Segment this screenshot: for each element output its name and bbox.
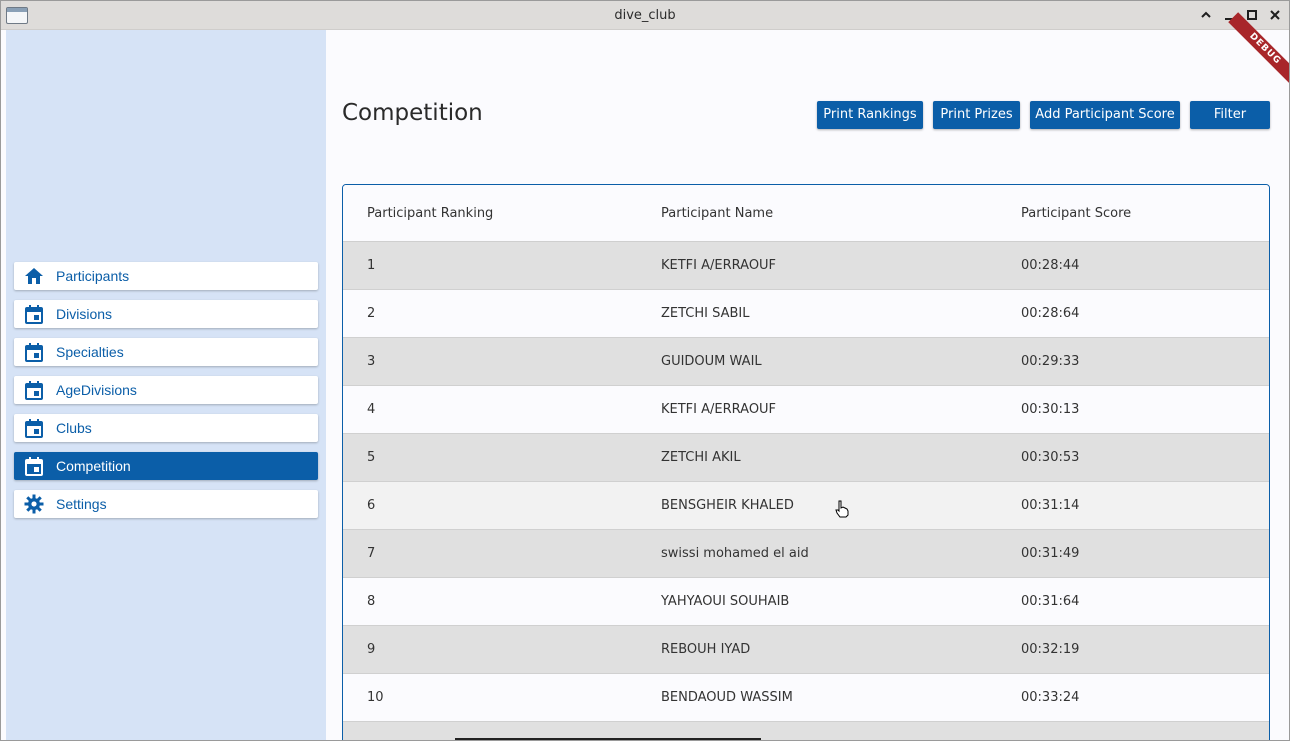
calendar-icon (25, 457, 43, 476)
ranking-cell: 7 (367, 546, 376, 561)
page-title: Competition (342, 100, 483, 126)
score-cell: 00:31:14 (1021, 498, 1080, 513)
score-cell: 00:29:33 (1021, 354, 1080, 369)
close-button[interactable] (1266, 6, 1284, 24)
name-cell: GUIDOUM WAIL (661, 354, 762, 369)
ranking-cell: 9 (367, 642, 376, 657)
sidebar-item-participants[interactable]: Participants (14, 262, 318, 290)
column-header-name[interactable]: Participant Name (661, 206, 773, 221)
sidebar-item-clubs[interactable]: Clubs (14, 414, 318, 442)
table-row[interactable]: 8 YAHYAOUI SOUHAIB 00:31:64 (343, 578, 1269, 626)
table-row[interactable]: 3 GUIDOUM WAIL 00:29:33 (343, 338, 1269, 386)
sidebar-item-settings[interactable]: Settings (14, 490, 318, 518)
name-cell: YAHYAOUI SOUHAIB (661, 594, 790, 609)
rankings-table: Participant Ranking Participant Name Par… (342, 184, 1270, 740)
gear-icon (24, 494, 44, 514)
sidebar-item-label: Specialties (56, 344, 124, 360)
ranking-cell: 10 (367, 690, 384, 705)
table-row[interactable]: 6 BENSGHEIR KHALED 00:31:14 (343, 482, 1269, 530)
calendar-icon (25, 305, 43, 324)
sidebar-item-agedivisions[interactable]: AgeDivisions (14, 376, 318, 404)
score-cell: 00:32:19 (1021, 642, 1080, 657)
name-cell: BENSGHEIR KHALED (661, 498, 794, 513)
sidebar-item-label: Settings (56, 496, 107, 512)
ranking-cell: 6 (367, 498, 376, 513)
ranking-cell: 3 (367, 354, 376, 369)
window-title: dive_club (614, 8, 676, 23)
name-cell: KETFI A/ERRAOUF (661, 258, 777, 273)
app-window: dive_club Participants Divisions Special… (0, 0, 1290, 741)
sidebar-item-specialties[interactable]: Specialties (14, 338, 318, 366)
name-cell: REBOUH IYAD (661, 642, 751, 657)
score-cell: 00:30:13 (1021, 402, 1080, 417)
sidebar-item-label: Divisions (56, 306, 113, 322)
column-header-score[interactable]: Participant Score (1021, 206, 1131, 221)
home-icon (25, 268, 43, 284)
print-rankings-button[interactable]: Print Rankings (817, 101, 923, 129)
table-row[interactable]: 2 ZETCHI SABIL 00:28:64 (343, 290, 1269, 338)
sidebar-item-label: AgeDivisions (56, 382, 137, 398)
score-cell: 00:31:64 (1021, 594, 1080, 609)
main-content: DEBUG Competition Print Rankings Print P… (326, 12, 1289, 740)
sidebar-item-divisions[interactable]: Divisions (14, 300, 318, 328)
table-row[interactable]: 4 KETFI A/ERRAOUF 00:30:13 (343, 386, 1269, 434)
calendar-icon (25, 419, 43, 438)
name-cell: KETFI A/ERRAOUF (661, 402, 777, 417)
score-cell: 00:33:24 (1021, 690, 1080, 705)
score-cell: 00:28:44 (1021, 258, 1080, 273)
table-row[interactable]: 9 REBOUH IYAD 00:32:19 (343, 626, 1269, 674)
ranking-cell: 2 (367, 306, 376, 321)
table-row[interactable]: 5 ZETCHI AKIL 00:30:53 (343, 434, 1269, 482)
add-participant-score-button[interactable]: Add Participant Score (1030, 101, 1180, 129)
name-cell: swissi mohamed el aid (661, 546, 809, 561)
sidebar-item-competition[interactable]: Competition (14, 452, 318, 480)
ranking-cell: 8 (367, 594, 376, 609)
name-cell: ZETCHI AKIL (661, 450, 741, 465)
sidebar-item-label: Clubs (56, 420, 92, 436)
print-prizes-button[interactable]: Print Prizes (933, 101, 1020, 129)
score-cell: 00:31:49 (1021, 546, 1080, 561)
table-row[interactable]: 7 swissi mohamed el aid 00:31:49 (343, 530, 1269, 578)
sidebar-item-label: Participants (56, 268, 130, 284)
sidebar: Participants Divisions Specialties AgeDi… (6, 30, 326, 740)
chevron-up-icon[interactable] (1197, 6, 1215, 24)
ranking-cell: 5 (367, 450, 376, 465)
table-row[interactable]: 1 KETFI A/ERRAOUF 00:28:44 (343, 242, 1269, 290)
score-cell: 00:30:53 (1021, 450, 1080, 465)
table-row[interactable]: 10 BENDAOUD WASSIM 00:33:24 (343, 674, 1269, 722)
calendar-icon (25, 343, 43, 362)
score-cell: 00:28:64 (1021, 306, 1080, 321)
hand-cursor-icon (835, 500, 849, 518)
name-cell: ZETCHI SABIL (661, 306, 750, 321)
sidebar-item-label: Competition (56, 458, 131, 474)
title-bar: dive_club (1, 1, 1289, 30)
calendar-icon (25, 381, 43, 400)
table-header: Participant Ranking Participant Name Par… (343, 185, 1269, 242)
name-cell: BENDAOUD WASSIM (661, 690, 793, 705)
column-header-ranking[interactable]: Participant Ranking (367, 206, 493, 221)
ranking-cell: 1 (367, 258, 376, 273)
ranking-cell: 4 (367, 402, 376, 417)
filter-button[interactable]: Filter (1190, 101, 1270, 129)
